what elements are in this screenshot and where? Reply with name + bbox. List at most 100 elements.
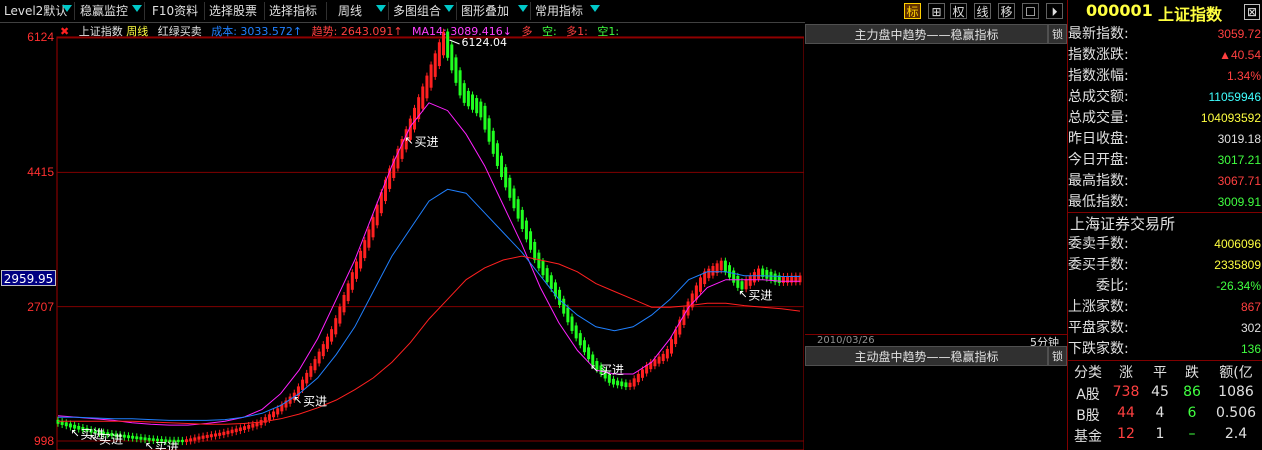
candle-body xyxy=(636,373,640,383)
quote-value: 1.34% xyxy=(1226,69,1261,83)
quote-label: 下跌家数: xyxy=(1068,341,1129,357)
lock-icon[interactable]: 锁 xyxy=(1048,24,1067,44)
candle-body xyxy=(139,436,143,440)
quote-row: 昨日收盘: 3019.18 xyxy=(1068,129,1262,150)
toolbar-common-indicator-button[interactable]: 常用指标 xyxy=(531,2,589,20)
toolbar-select-stock-button[interactable]: 选择股票 xyxy=(205,2,265,20)
toolbar-divider xyxy=(144,2,145,20)
quote-row: 指数涨幅: 1.34% xyxy=(1068,66,1262,87)
chevron-down-icon[interactable] xyxy=(444,5,454,12)
quote-value: 3059.72 xyxy=(1217,27,1261,41)
quote-label: 今日开盘: xyxy=(1068,152,1129,168)
candle-body xyxy=(748,275,752,286)
candle-body xyxy=(512,188,516,209)
candle-body xyxy=(243,426,247,431)
candle-body xyxy=(433,53,437,77)
candle-body xyxy=(371,217,375,238)
candle-body xyxy=(500,155,504,178)
play-tool-icon[interactable]: ⏵ xyxy=(1046,3,1063,19)
kline-chart[interactable]: 6124.04 买进 ↖ 买进 ↖ 买进 ↖ 买进 ↖ 买进 ↖ 买进 ↖ 买进 ↖ xyxy=(0,22,804,450)
intraday-trend-panel: 主力盘中趋势——稳赢指标 锁 2010/03/26 5分钟 主动盘中趋势——稳赢… xyxy=(805,22,1067,450)
panel-divider xyxy=(1068,360,1262,361)
candle-body xyxy=(321,344,325,357)
candle-body xyxy=(276,408,280,415)
candle-body xyxy=(272,411,276,418)
table-cell: 86 xyxy=(1183,384,1201,400)
quote-label: 指数涨跌: xyxy=(1068,47,1129,63)
candle-body xyxy=(64,422,68,427)
window-tool-icon[interactable]: ☐ xyxy=(1022,3,1039,19)
candle-body xyxy=(728,265,732,278)
candle-body xyxy=(56,419,60,424)
legend-ma14: MA14: 3089.416↓ xyxy=(412,25,512,38)
candle-body xyxy=(632,378,636,387)
legend-cost: 成本: 3033.572↑ xyxy=(211,25,303,38)
arrow-icon: ↖ xyxy=(293,394,302,407)
candle-body xyxy=(367,229,371,248)
line-tool-icon[interactable]: 线 xyxy=(974,3,991,19)
quote-row: 下跌家数: 136 xyxy=(1068,339,1262,360)
kline-chart-canvas[interactable]: 6124.04买进↖ 买进↖买进↖买进↖买进↖买进↖买进↖ xyxy=(0,22,804,450)
arrow-icon: ↖ xyxy=(71,427,80,440)
toolbar-f10-button[interactable]: F10资料 xyxy=(148,2,204,20)
candle-body xyxy=(238,427,242,432)
candle-body xyxy=(429,64,433,88)
candle-body xyxy=(508,177,512,198)
candle-body xyxy=(226,430,230,435)
quote-value: 2335809 xyxy=(1214,258,1261,272)
move-tool-icon[interactable]: 移 xyxy=(998,3,1015,19)
peak-pointer xyxy=(449,39,460,45)
quote-label: 总成交量: xyxy=(1068,110,1129,126)
candle-body xyxy=(487,118,491,142)
candle-body xyxy=(267,414,271,420)
quote-row: 最高指数: 3067.71 xyxy=(1068,171,1262,192)
chevron-down-icon[interactable] xyxy=(590,5,600,12)
toolbar-period-button[interactable]: 周线 xyxy=(334,2,370,20)
chevron-down-icon[interactable] xyxy=(62,5,72,12)
candle-body xyxy=(549,275,553,290)
intraday-date: 2010/03/26 xyxy=(817,335,875,346)
candle-body xyxy=(330,329,334,342)
candle-body xyxy=(466,90,470,107)
candle-body xyxy=(135,436,139,440)
grid-tool-icon[interactable]: ⊞ xyxy=(928,3,945,19)
chevron-down-icon[interactable] xyxy=(376,5,386,12)
candle-body xyxy=(425,75,429,99)
candle-body xyxy=(765,270,769,279)
quote-label: 委卖手数: xyxy=(1068,236,1129,252)
toolbar-select-indicator-button[interactable]: 选择指标 xyxy=(265,2,325,20)
toolbar-overlay-button[interactable]: 图形叠加 xyxy=(457,2,513,20)
index-code: 000001 xyxy=(1086,1,1153,20)
quote-label: 最新指数: xyxy=(1068,26,1129,42)
table-header: 涨 xyxy=(1119,365,1133,381)
mark-tool-icon[interactable]: 标 xyxy=(904,3,921,19)
lock-icon[interactable]: 锁 xyxy=(1048,346,1067,366)
legend-kong: 空: xyxy=(541,25,557,38)
quote-value: 11059946 xyxy=(1208,90,1262,104)
candle-body xyxy=(350,272,354,290)
close-icon[interactable]: ⊠ xyxy=(1244,4,1260,20)
y-tick-label: 2707 xyxy=(27,300,54,314)
chevron-down-icon[interactable] xyxy=(518,5,528,12)
candle-body xyxy=(520,209,524,229)
main-force-trend-title[interactable]: 主力盘中趋势——稳赢指标 xyxy=(805,24,1048,44)
candle-body xyxy=(193,437,197,441)
candle-body xyxy=(205,434,209,438)
close-icon[interactable]: ✖ xyxy=(60,25,69,38)
candle-body xyxy=(309,366,313,377)
legend-kong1: 空1: xyxy=(597,25,620,38)
quote-row: 最新指数: 3059.72 xyxy=(1068,24,1262,45)
candle-body xyxy=(495,143,499,166)
legend-duo: 多 xyxy=(521,25,533,38)
quote-label: 上涨家数: xyxy=(1068,299,1129,315)
candle-body xyxy=(611,378,615,385)
candle-body xyxy=(454,57,458,83)
table-cell: 6 xyxy=(1187,405,1197,421)
y-tick-label: 998 xyxy=(33,434,54,448)
chevron-down-icon[interactable] xyxy=(132,5,142,12)
toolbar-multi-chart-button[interactable]: 多图组合 xyxy=(389,2,445,20)
table-cell: 基金 xyxy=(1074,429,1102,445)
rights-tool-icon[interactable]: 权 xyxy=(950,3,967,19)
toolbar-level2-button[interactable]: Level2默认 xyxy=(0,2,67,20)
active-trend-title[interactable]: 主动盘中趋势——稳赢指标 xyxy=(805,346,1048,366)
